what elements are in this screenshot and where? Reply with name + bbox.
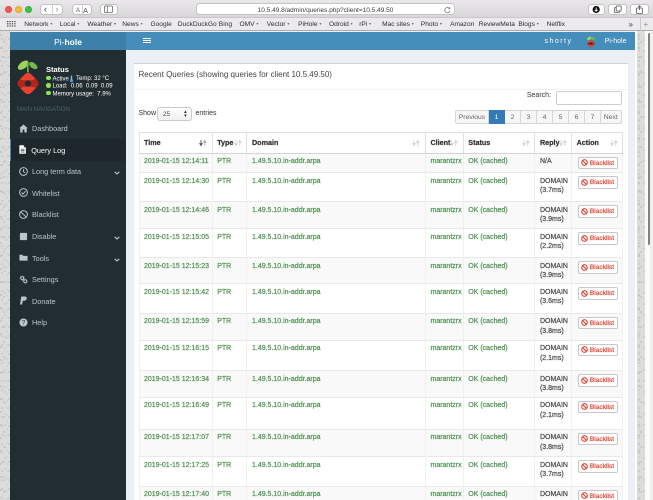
svg-text:?: ? — [22, 320, 26, 327]
